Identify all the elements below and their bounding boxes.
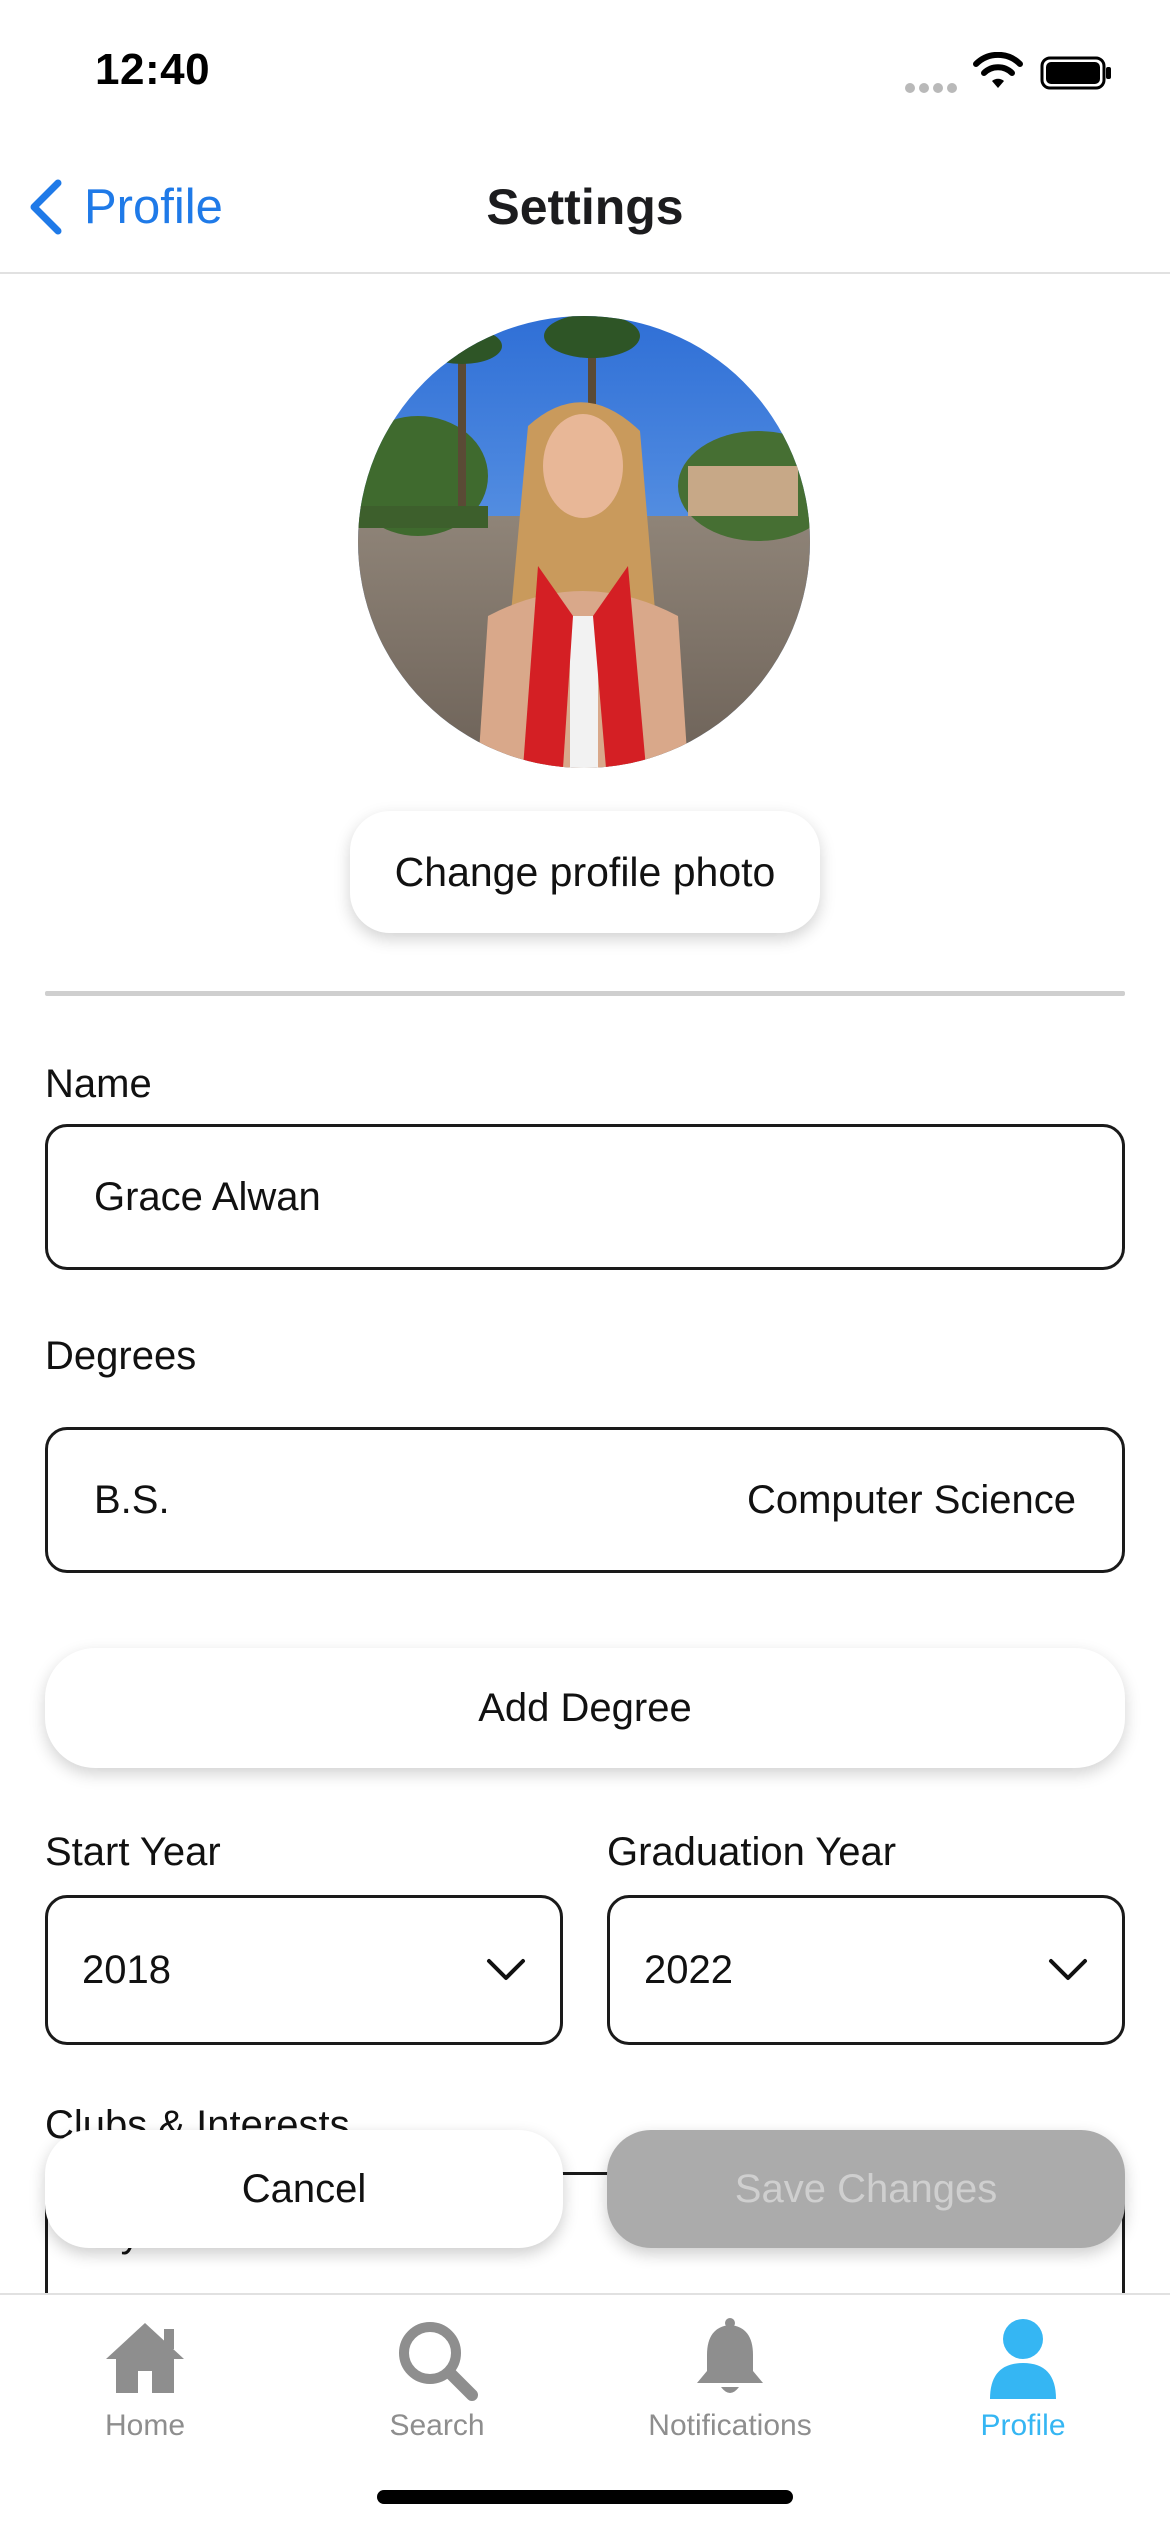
tab-home-label: Home (104, 2409, 186, 2442)
graduation-year-label: Graduation Year (607, 1830, 897, 1874)
graduation-year-value: 2022 (644, 1947, 733, 1992)
tab-search-label: Search (389, 2409, 485, 2442)
nav-divider (0, 272, 1170, 274)
change-profile-photo-button[interactable]: Change profile photo (350, 811, 820, 933)
start-year-select[interactable]: 2018 (45, 1895, 563, 2045)
add-degree-button[interactable]: Add Degree (45, 1648, 1125, 1768)
tab-notifications-label: Notifications (648, 2409, 812, 2442)
tab-profile[interactable]: Profile (903, 2315, 1143, 2455)
cellular-signal-icon (905, 80, 961, 93)
section-divider (45, 991, 1125, 996)
degree-type: B.S. (94, 1477, 170, 1522)
home-icon (106, 2323, 184, 2393)
battery-icon (1040, 56, 1111, 90)
degree-major: Computer Science (746, 1477, 1076, 1522)
settings-screen: 12:40 Profile Settings Change profile ph… (0, 0, 1170, 2532)
chevron-down-icon (1049, 1959, 1087, 1980)
page-title: Settings (486, 179, 684, 235)
home-indicator[interactable] (377, 2490, 793, 2504)
tab-profile-label: Profile (980, 2409, 1066, 2442)
start-year-label: Start Year (45, 1830, 221, 1874)
tab-search[interactable]: Search (317, 2315, 557, 2455)
status-time: 12:40 (95, 45, 211, 94)
degrees-label: Degrees (45, 1334, 197, 1378)
cancel-button[interactable]: Cancel (45, 2130, 563, 2248)
chevron-down-icon (487, 1959, 525, 1980)
start-year-value: 2018 (82, 1947, 171, 1992)
degree-field[interactable]: B.S. Computer Science (45, 1427, 1125, 1573)
name-value: Grace Alwan (94, 1174, 321, 1219)
profile-photo (358, 316, 810, 768)
save-changes-button[interactable]: Save Changes (607, 2130, 1125, 2248)
tab-home[interactable]: Home (25, 2315, 265, 2455)
name-label: Name (45, 1062, 152, 1106)
name-field[interactable]: Grace Alwan (45, 1124, 1125, 1270)
wifi-icon (973, 52, 1023, 88)
tab-notifications[interactable]: Notifications (610, 2315, 850, 2455)
search-icon (399, 2322, 478, 2401)
person-icon (990, 2319, 1056, 2399)
graduation-year-select[interactable]: 2022 (607, 1895, 1125, 2045)
bell-icon (697, 2318, 763, 2393)
